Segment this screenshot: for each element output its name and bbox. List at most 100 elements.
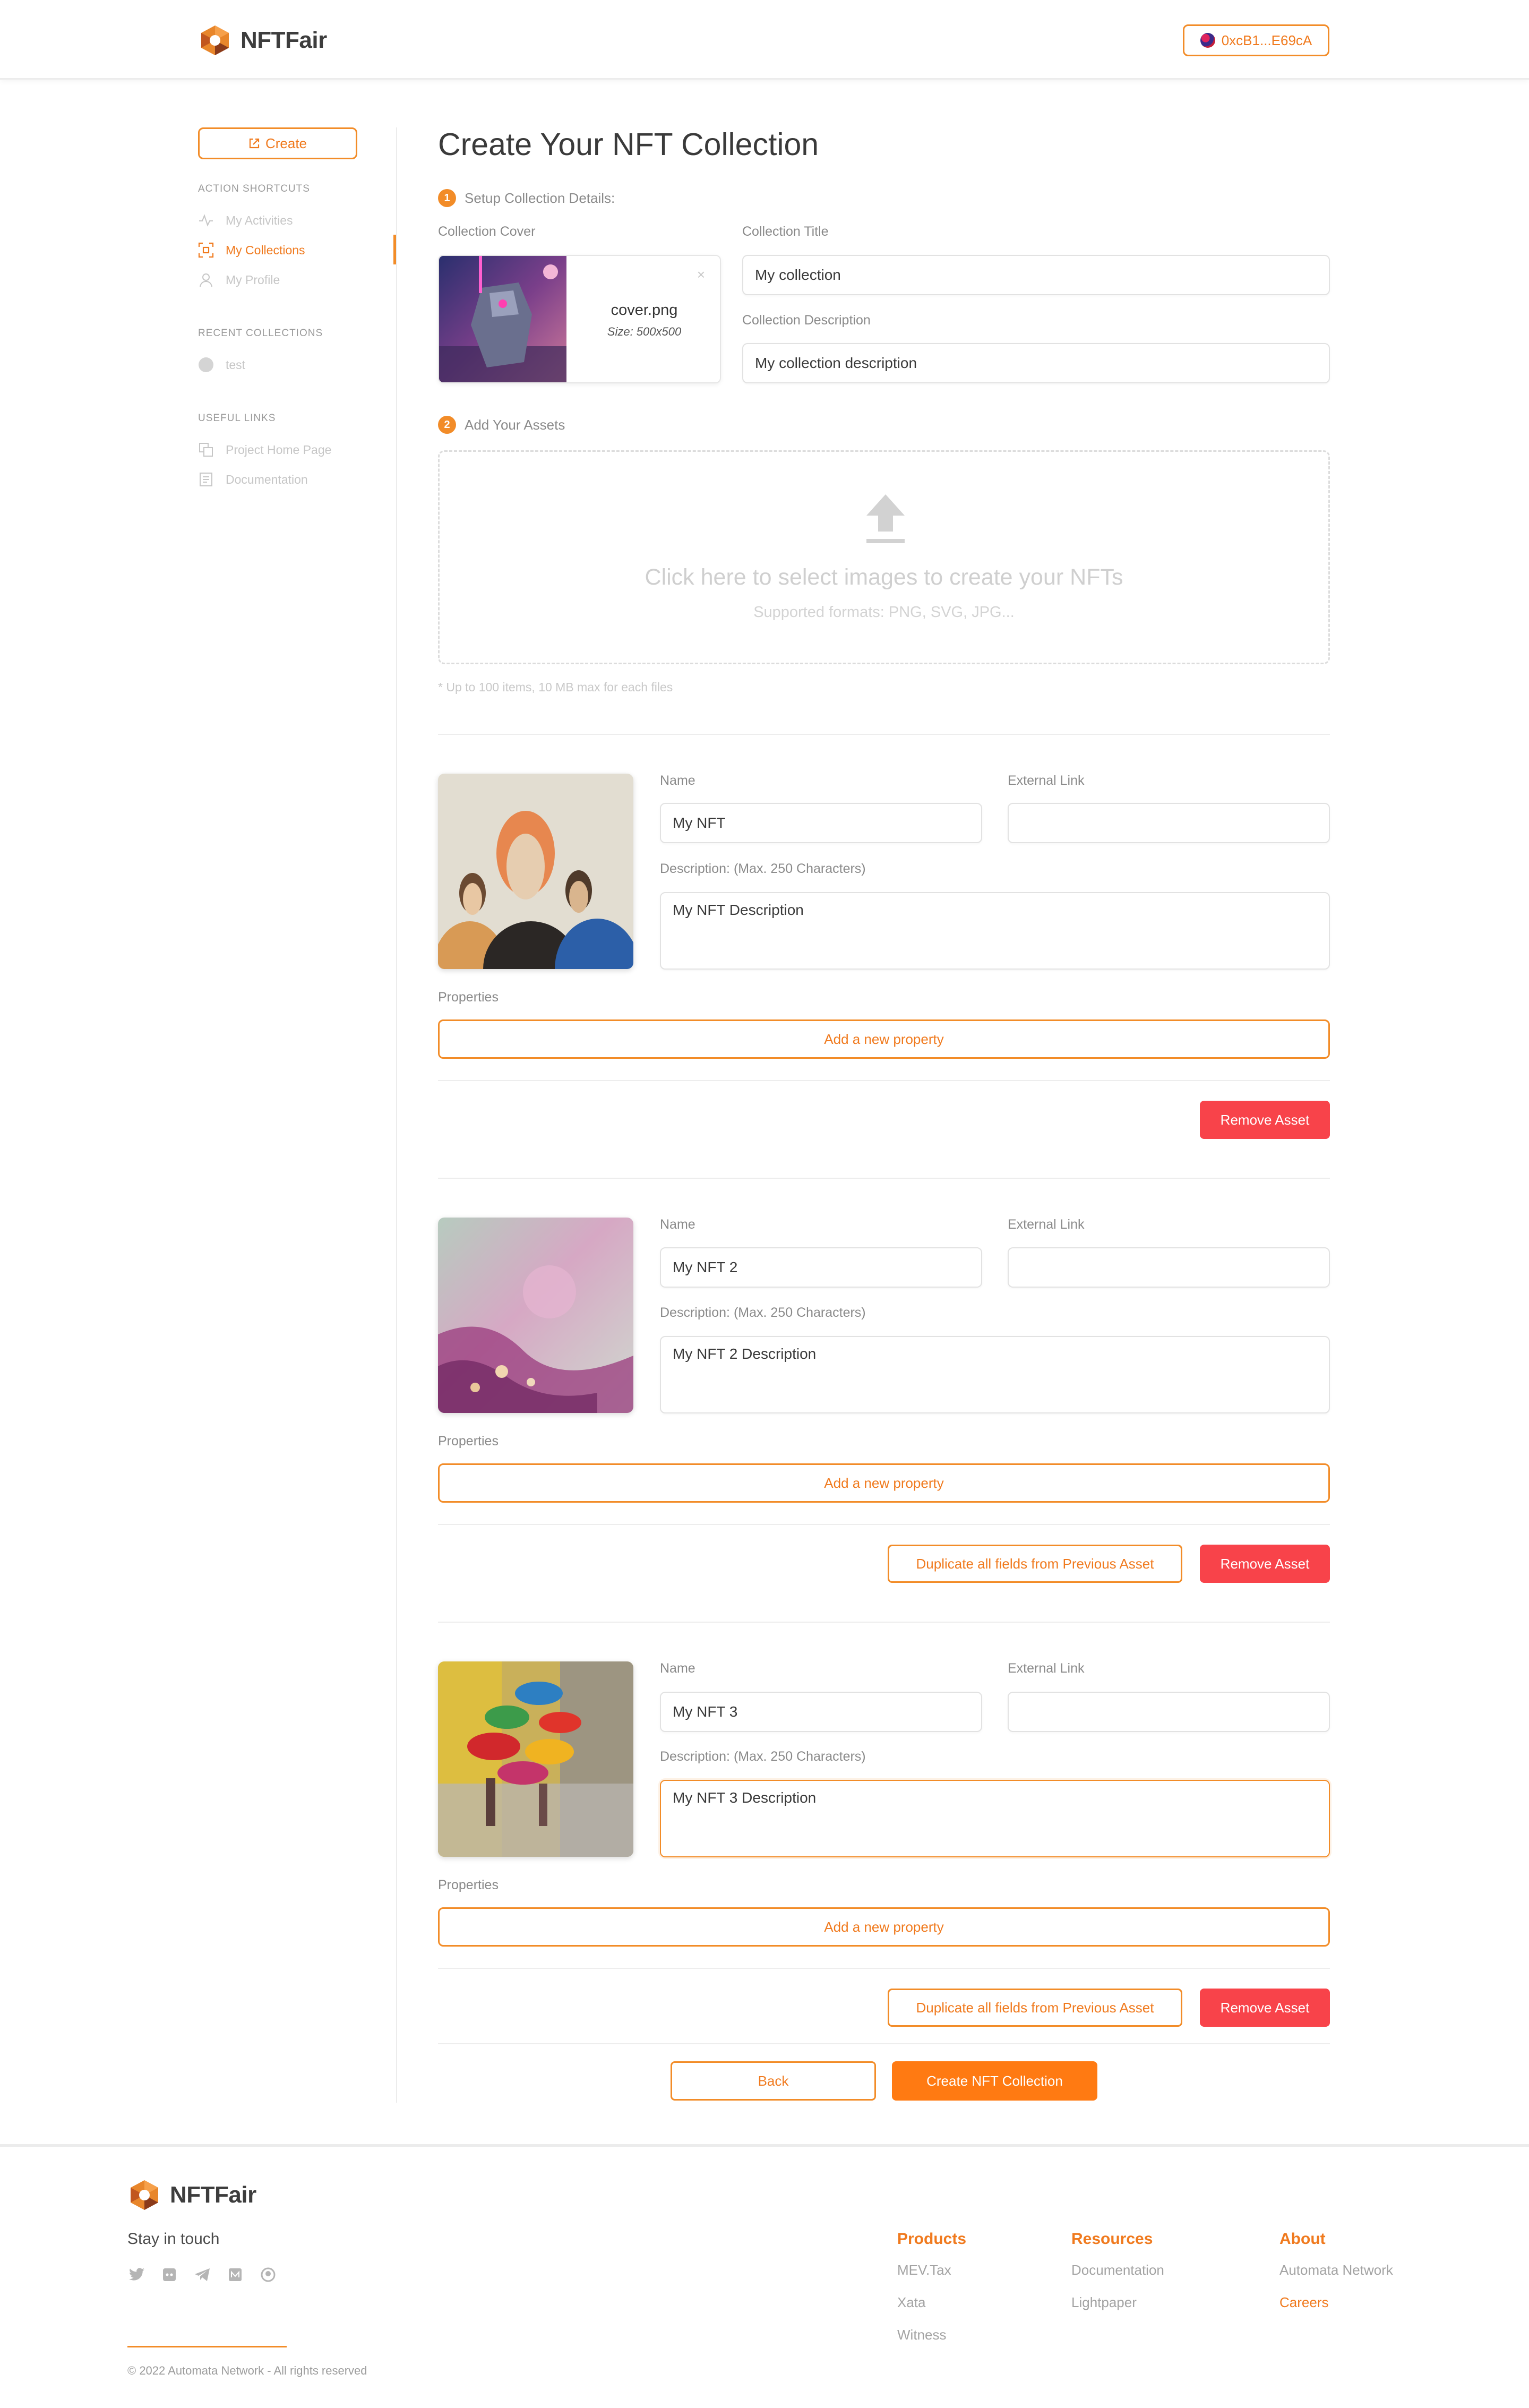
footer-link[interactable]: Lightpaper — [1071, 2294, 1164, 2311]
top-header: NFTFair 0xcB1...E69cA — [0, 0, 1529, 80]
divider — [438, 1524, 1330, 1525]
cover-thumbnail — [439, 256, 566, 382]
asset-description-input[interactable]: My NFT 3 Description — [660, 1780, 1330, 1857]
step-1: 1 Setup Collection Details: — [438, 189, 615, 207]
properties-label: Properties — [438, 1434, 499, 1449]
asset-name-input[interactable]: My NFT — [660, 803, 982, 843]
external-link-input[interactable] — [1008, 803, 1330, 843]
collection-description-input[interactable]: My collection description — [742, 343, 1330, 383]
name-label: Name — [660, 1661, 695, 1676]
asset-thumbnail — [438, 1661, 633, 1857]
step-number: 2 — [438, 416, 456, 434]
asset-image-1 — [438, 774, 633, 969]
footer-link[interactable]: MEV.Tax — [897, 2262, 966, 2278]
divider — [438, 1178, 1330, 1179]
nftfair-logo-icon — [201, 25, 229, 55]
collections-icon — [198, 242, 214, 258]
copyright: © 2022 Automata Network - All rights res… — [127, 2364, 367, 2377]
back-button[interactable]: Back — [671, 2061, 876, 2101]
discord-icon[interactable] — [160, 2266, 178, 2284]
asset-image-3 — [438, 1661, 633, 1857]
stay-in-touch: Stay in touch — [127, 2230, 220, 2248]
medium-icon[interactable] — [226, 2266, 244, 2284]
telegram-icon[interactable] — [193, 2266, 211, 2284]
sidebar-item-profile[interactable]: My Profile — [198, 272, 280, 288]
description-label: Description: (Max. 250 Characters) — [660, 1305, 866, 1320]
divider — [438, 1622, 1330, 1623]
footer-link[interactable]: Witness — [897, 2327, 966, 2343]
asset-image-2 — [438, 1218, 633, 1413]
footer-brand-name: NFTFair — [170, 2182, 256, 2208]
brand-logo[interactable]: NFTFair — [198, 23, 327, 57]
description-label: Description: (Max. 250 Characters) — [660, 861, 866, 876]
external-create-icon — [249, 138, 260, 149]
brand-name: NFTFair — [240, 27, 327, 53]
footer-link[interactable]: Automata Network — [1279, 2262, 1393, 2278]
wallet-button[interactable]: 0xcB1...E69cA — [1183, 24, 1329, 56]
add-property-button[interactable]: Add a new property — [438, 1907, 1330, 1947]
asset-dropzone[interactable]: Click here to select images to create yo… — [438, 450, 1330, 664]
external-link-input[interactable] — [1008, 1247, 1330, 1288]
close-icon[interactable]: × — [697, 267, 705, 283]
collection-title-input[interactable]: My collection — [742, 255, 1330, 295]
asset-thumbnail — [438, 774, 633, 969]
add-property-button[interactable]: Add a new property — [438, 1463, 1330, 1503]
footer-link[interactable]: Xata — [897, 2294, 966, 2311]
add-property-button[interactable]: Add a new property — [438, 1019, 1330, 1059]
divider — [438, 734, 1330, 735]
remove-asset-button[interactable]: Remove Asset — [1200, 1101, 1330, 1139]
divider — [438, 1968, 1330, 1969]
asset-name-input[interactable]: My NFT 2 — [660, 1247, 982, 1288]
footer-link-careers[interactable]: Careers — [1279, 2294, 1393, 2311]
shortcuts-heading: ACTION SHORTCUTS — [198, 183, 310, 194]
asset-name-input[interactable]: My NFT 3 — [660, 1692, 982, 1732]
github-icon[interactable] — [259, 2266, 277, 2284]
name-label: Name — [660, 773, 695, 788]
remove-asset-button[interactable]: Remove Asset — [1200, 1989, 1330, 2027]
link-documentation[interactable]: Documentation — [198, 472, 308, 487]
properties-label: Properties — [438, 990, 499, 1005]
create-collection-button[interactable]: Create NFT Collection — [892, 2061, 1097, 2101]
create-button[interactable]: Create — [198, 127, 357, 159]
footer-link[interactable]: Documentation — [1071, 2262, 1164, 2278]
divider — [438, 1080, 1330, 1081]
collection-cover-card[interactable]: cover.png Size: 500x500 × — [438, 255, 721, 383]
asset-thumbnail — [438, 1218, 633, 1413]
external-link-input[interactable] — [1008, 1692, 1330, 1732]
asset-description-input[interactable]: My NFT Description — [660, 892, 1330, 970]
recent-collection-item[interactable]: test — [198, 357, 245, 373]
asset-description-input[interactable]: My NFT 2 Description — [660, 1336, 1330, 1413]
external-link-label: External Link — [1008, 773, 1085, 788]
wallet-address: 0xcB1...E69cA — [1221, 32, 1312, 48]
collection-title-label: Collection Title — [742, 224, 829, 239]
documentation-icon — [198, 472, 214, 487]
remove-asset-button[interactable]: Remove Asset — [1200, 1545, 1330, 1583]
duplicate-fields-button[interactable]: Duplicate all fields from Previous Asset — [888, 1989, 1182, 2027]
step-2: 2 Add Your Assets — [438, 416, 565, 434]
sidebar-item-collections[interactable]: My Collections — [198, 242, 305, 258]
footer-heading: Products — [897, 2230, 967, 2248]
footer-column-about: About Automata Network Careers — [1279, 2230, 1393, 2311]
footer-heading: About — [1279, 2230, 1326, 2248]
sidebar-item-label: My Activities — [226, 213, 293, 227]
step-label: Setup Collection Details: — [465, 190, 615, 206]
properties-label: Properties — [438, 1878, 499, 1892]
upload-icon — [866, 494, 905, 543]
sidebar-item-activities[interactable]: My Activities — [198, 212, 293, 228]
divider — [438, 2043, 1330, 2044]
link-label: Documentation — [226, 472, 308, 486]
duplicate-fields-button[interactable]: Duplicate all fields from Previous Asset — [888, 1545, 1182, 1583]
footer-accent-line — [127, 2346, 287, 2347]
footer-brand-logo[interactable]: NFTFair — [127, 2178, 256, 2212]
step-number: 1 — [438, 189, 456, 207]
external-link-label: External Link — [1008, 1661, 1085, 1676]
cover-size: Size: 500x500 — [607, 325, 682, 338]
sidebar-divider — [396, 127, 397, 2103]
collection-description-label: Collection Description — [742, 313, 871, 328]
link-project-home[interactable]: Project Home Page — [198, 442, 331, 458]
twitter-icon[interactable] — [127, 2266, 145, 2284]
recent-heading: RECENT COLLECTIONS — [198, 328, 323, 339]
create-label: Create — [265, 135, 307, 151]
footer-column-resources: Resources Documentation Lightpaper — [1071, 2230, 1164, 2311]
nftfair-logo-icon — [131, 2180, 158, 2210]
